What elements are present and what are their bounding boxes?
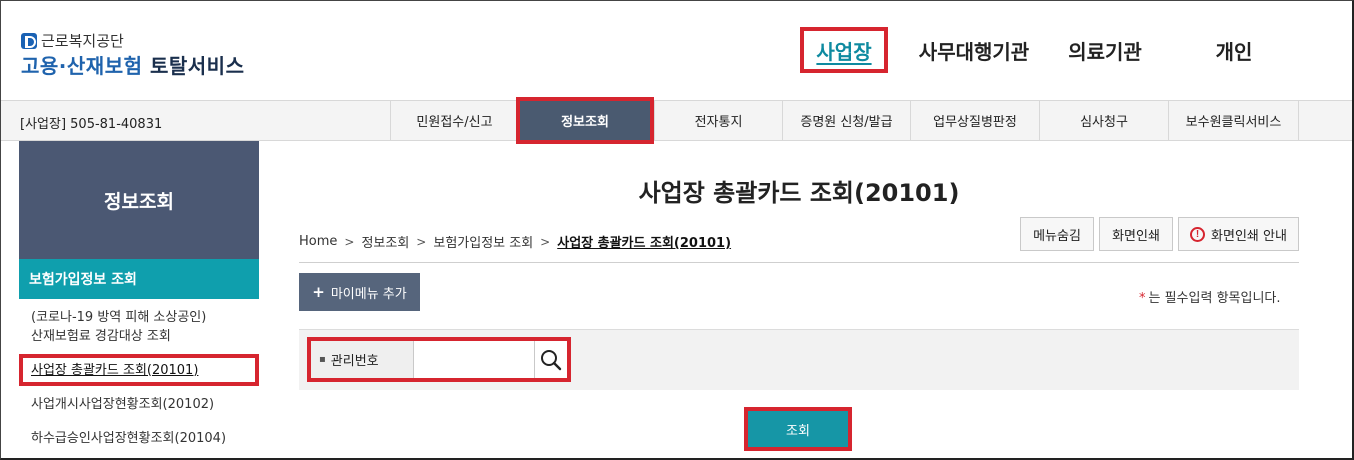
service-title-blue: 고용·산재보험 [21,54,143,78]
business-id: [사업장] 505-81-40831 [20,117,163,132]
plus-icon: + [312,283,325,301]
management-number-search: ▪ 관리번호 [307,337,571,382]
required-note-text: 는 필수입력 항목입니다. [1148,291,1281,306]
management-number-label: ▪ 관리번호 [311,341,414,378]
add-my-menu-label: 마이메뉴 추가 [330,286,407,302]
content-divider [299,262,1299,263]
menu-certificate[interactable]: 증명원 신청/발급 [782,101,910,140]
management-number-input[interactable] [414,341,534,378]
menu-wage-one-click[interactable]: 보수원클릭서비스 [1168,101,1299,140]
menu-civil-petition[interactable]: 민원접수/신고 [390,101,518,140]
chevron-right-icon: > [416,234,427,249]
breadcrumb-current: 사업장 총괄카드 조회(20101) [557,236,732,251]
topnav-medical[interactable]: 의료기관 [1059,27,1151,73]
alert-circle-icon: ! [1190,226,1206,242]
menu-e-notice[interactable]: 전자통지 [654,101,782,140]
bullet-icon: ▪ [319,354,326,365]
sidebar-item-covid-reduction[interactable]: (코로나-19 방역 피해 소상공인) 산재보험료 경감대상 조회 [31,308,206,346]
menu-info-inquiry[interactable]: 정보조회 [516,97,654,144]
org-name: 근로복지공단 [41,32,124,50]
required-field-note: * 는 필수입력 항목입니다. [1139,287,1281,306]
sidebar-section-insurance-info[interactable]: 보험가입정보 조회 [19,259,259,299]
org-logo[interactable]: 근로복지공단 [21,30,124,51]
chevron-right-icon: > [344,234,355,249]
breadcrumb: Home > 정보조회 > 보험가입정보 조회 > 사업장 총괄카드 조회(20… [299,232,731,251]
chevron-right-icon: > [540,234,551,249]
print-guide-label: 화면인쇄 안내 [1211,228,1287,244]
required-star-icon: * [1139,291,1146,306]
page-frame: 근로복지공단 고용·산재보험 토탈서비스 사업장 사무대행기관 의료기관 개인 … [0,0,1354,460]
menu-review-claim[interactable]: 심사청구 [1039,101,1168,140]
query-button[interactable]: 조회 [744,407,852,451]
print-guide-button[interactable]: ! 화면인쇄 안내 [1178,217,1299,251]
breadcrumb-home[interactable]: Home [299,234,337,249]
sidebar-title: 정보조회 [19,141,259,259]
search-button[interactable] [534,341,567,378]
add-my-menu-button[interactable]: + 마이메뉴 추가 [299,273,420,311]
sidebar-item-subcontract[interactable]: 하수급승인사업장현황조회(20104) [31,429,226,448]
management-number-label-text: 관리번호 [330,354,379,369]
hide-menu-button[interactable]: 메뉴숨김 [1020,217,1094,251]
topnav-agency[interactable]: 사무대행기관 [907,27,1041,73]
breadcrumb-insurance-info[interactable]: 보험가입정보 조회 [433,232,533,251]
service-title[interactable]: 고용·산재보험 토탈서비스 [21,50,244,79]
sidebar-item-business-start[interactable]: 사업개시사업장현황조회(20102) [31,395,214,414]
print-screen-button[interactable]: 화면인쇄 [1099,217,1173,251]
topnav-business[interactable]: 사업장 [800,27,888,73]
main-menu-bar: [사업장] 505-81-40831 민원접수/신고 정보조회 전자통지 증명원… [1,97,1352,144]
comwel-logo-icon [21,32,37,49]
page-title: 사업장 총괄카드 조회(20101) [638,179,960,207]
menu-occupational-disease[interactable]: 업무상질병판정 [910,101,1039,140]
breadcrumb-info-inquiry[interactable]: 정보조회 [361,232,409,251]
service-title-dark: 토탈서비스 [149,54,245,78]
sidebar-item-business-card[interactable]: 사업장 총괄카드 조회(20101) [19,354,259,386]
search-icon [541,349,562,370]
topnav-personal[interactable]: 개인 [1201,27,1267,73]
